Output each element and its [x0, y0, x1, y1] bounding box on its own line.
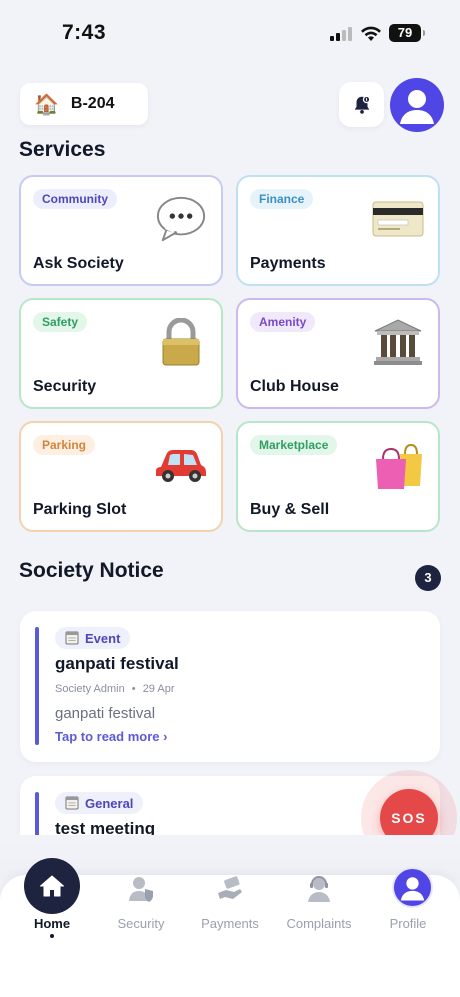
- credit-card-icon: [372, 193, 424, 245]
- profile-avatar[interactable]: [392, 867, 433, 908]
- notice-category-label: Event: [85, 630, 121, 646]
- notice-count-badge: 3: [415, 565, 441, 591]
- notice-accent-bar: [35, 792, 39, 836]
- active-indicator-dot: [50, 934, 54, 938]
- service-title: Payments: [250, 255, 326, 272]
- nav-item-security[interactable]: Security: [95, 875, 187, 955]
- service-title: Buy & Sell: [250, 501, 330, 518]
- notifications-button[interactable]: [339, 82, 384, 127]
- service-card-security[interactable]: Safety Security: [19, 298, 223, 409]
- padlock-icon: [155, 316, 207, 368]
- service-tag: Finance: [250, 189, 314, 209]
- nav-label: Complaints: [286, 916, 352, 931]
- nav-label: Security: [117, 916, 165, 931]
- cellular-signal-icon: [330, 27, 352, 41]
- red-car-icon: [155, 439, 207, 491]
- service-card-parking-slot[interactable]: Parking Parking Slot: [19, 421, 223, 532]
- society-notice-title: Society Notice: [19, 559, 164, 582]
- notice-author: Society Admin: [55, 683, 125, 695]
- notice-title: test meeting: [55, 819, 156, 836]
- service-title: Ask Society: [33, 255, 124, 272]
- notice-accent-bar: [35, 627, 39, 745]
- payment-hand-icon: [216, 875, 244, 903]
- security-guard-icon: [127, 875, 155, 903]
- service-card-ask-society[interactable]: Community Ask Society: [19, 175, 223, 286]
- service-card-payments[interactable]: Finance Payments: [236, 175, 440, 286]
- notice-meta: Society Admin • 29 Apr: [55, 683, 175, 695]
- notice-title: ganpati festival: [55, 654, 179, 673]
- nav-item-complaints[interactable]: Complaints: [273, 875, 365, 955]
- nav-item-home[interactable]: [24, 858, 80, 914]
- nav-label: Payments: [201, 916, 259, 931]
- nav-item-payments[interactable]: Payments: [184, 875, 276, 955]
- notice-body: ganpati festival: [55, 705, 156, 722]
- service-tag: Amenity: [250, 312, 316, 332]
- service-tag: Community: [33, 189, 117, 209]
- house-icon: 🏠: [34, 93, 59, 116]
- service-card-buy-sell[interactable]: Marketplace Buy & Sell: [236, 421, 440, 532]
- unit-selector[interactable]: 🏠 B-204: [20, 83, 148, 125]
- service-title: Club House: [250, 378, 339, 395]
- user-icon: [400, 90, 434, 124]
- service-tag: Marketplace: [250, 435, 338, 455]
- read-more-link[interactable]: Tap to read more ›: [55, 729, 167, 744]
- battery-indicator: 79: [389, 24, 425, 42]
- service-tag: Parking: [33, 435, 96, 455]
- service-tag: Safety: [33, 312, 88, 332]
- services-title: Services: [19, 138, 106, 161]
- notice-date: 29 Apr: [142, 683, 175, 695]
- nav-label: Profile: [389, 916, 427, 931]
- service-title: Security: [33, 378, 97, 395]
- avatar[interactable]: [390, 78, 444, 132]
- user-icon: [400, 877, 425, 901]
- home-icon: [40, 875, 64, 897]
- wifi-icon: [361, 26, 381, 41]
- status-bar: 7:43 79: [0, 0, 460, 60]
- status-time: 7:43: [62, 21, 107, 44]
- notice-category-tag: Event: [55, 627, 131, 649]
- bell-icon: [354, 95, 370, 114]
- service-card-club-house[interactable]: Amenity Club House: [236, 298, 440, 409]
- speech-bubble-icon: [155, 193, 207, 245]
- notepad-icon: [65, 796, 79, 810]
- service-title: Parking Slot: [33, 501, 127, 518]
- notice-meta-separator: •: [131, 683, 136, 695]
- nav-label-home[interactable]: Home: [6, 916, 98, 931]
- notice-category-label: General: [85, 795, 134, 811]
- notepad-icon: [65, 631, 79, 645]
- classical-building-icon: [372, 316, 424, 368]
- unit-label: B-204: [70, 95, 115, 112]
- shopping-bags-icon: [372, 439, 424, 491]
- support-agent-icon: [305, 875, 333, 903]
- notice-card[interactable]: Event ganpati festival Society Admin • 2…: [20, 611, 440, 762]
- notice-category-tag: General: [55, 792, 144, 814]
